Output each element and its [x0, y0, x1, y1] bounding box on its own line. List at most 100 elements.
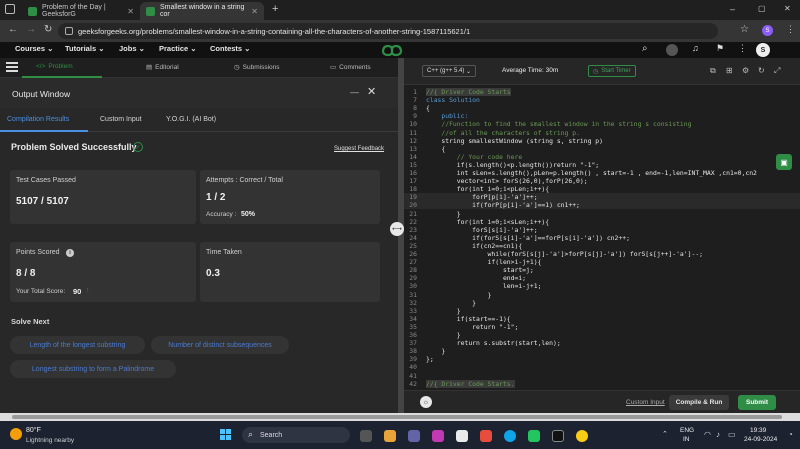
suggest-feedback-link[interactable]: Suggest Feedback [334, 146, 384, 152]
address-bar[interactable]: geeksforgeeks.org/problems/smallest-wind… [58, 23, 718, 39]
tab-switcher-icon[interactable] [5, 4, 15, 14]
theme-toggle-icon[interactable] [666, 44, 678, 56]
notification-bell-icon[interactable]: ♫ [692, 43, 699, 53]
reset-icon[interactable]: ↻ [758, 66, 765, 75]
search-icon[interactable]: ⌕ [642, 43, 648, 54]
settings-icon[interactable]: ⚙ [742, 66, 749, 75]
app-icon[interactable] [552, 430, 564, 442]
horizontal-scrollbar[interactable] [0, 413, 800, 421]
close-output-icon[interactable]: ✕ [367, 85, 376, 98]
profile-avatar[interactable]: S [762, 25, 773, 36]
tab-comments[interactable]: ▭ Comments [330, 63, 371, 72]
app-icon[interactable] [528, 430, 540, 442]
info-icon[interactable]: i [66, 249, 74, 257]
teams-icon[interactable] [408, 430, 420, 442]
tab-editorial[interactable]: ▤ Editorial [146, 63, 179, 72]
close-window-button[interactable]: ✕ [784, 4, 791, 13]
hamburger-menu-icon[interactable] [6, 62, 18, 72]
bookmarks-icon[interactable]: ⚑ [716, 43, 724, 54]
forward-icon[interactable]: → [26, 24, 36, 35]
resize-handle-icon[interactable]: ⟷ [390, 222, 404, 236]
code-line: 25 if(cn2==cn1){ [404, 242, 800, 250]
solve-next-chip[interactable]: Number of distinct subsequences [151, 336, 289, 354]
notifications-icon[interactable]: ◔ [788, 430, 793, 439]
subtab-yogi-ai-bot[interactable]: Y.O.G.I. (AI Bot) [166, 116, 216, 123]
line-number: 33 [409, 306, 417, 315]
store-icon[interactable] [456, 430, 468, 442]
chrome-icon[interactable] [576, 430, 588, 442]
gfg-logo-icon[interactable] [380, 43, 404, 57]
code-line: 20 if(forP[p[i]-'a']==1) cn1++; [404, 201, 800, 210]
code-line: 38 } [404, 347, 800, 355]
apps-grid-icon[interactable]: ⋮ [738, 43, 747, 54]
code-text: //{ Driver Code Starts. [426, 379, 515, 388]
code-line: 22 for(int i=0;i<sLen;i++){ [404, 218, 800, 226]
nav-contests[interactable]: Contests ⌄ [210, 44, 250, 53]
close-tab-icon[interactable]: ✕ [127, 7, 134, 16]
clock-date[interactable]: 24-09-2024 [744, 436, 777, 443]
language-select[interactable]: C++ (g++ 5.4) ⌄ [422, 65, 477, 77]
input-region[interactable]: IN [683, 436, 690, 443]
browser-menu-icon[interactable]: ⋮ [786, 24, 795, 35]
bookmark-star-icon[interactable]: ☆ [740, 24, 749, 35]
browser-tab-potd[interactable]: Problem of the Day | GeeksforG ✕ [22, 2, 140, 20]
subtab-custom-input[interactable]: Custom Input [100, 116, 142, 123]
tab-problem[interactable]: </> Problem [36, 63, 73, 70]
task-view-icon[interactable] [360, 430, 372, 442]
maximize-button[interactable]: ▢ [758, 4, 766, 13]
clock-time[interactable]: 19:39 [750, 427, 766, 434]
code-line: 27 if(len>i-j+1){ [404, 258, 800, 266]
tab-submissions[interactable]: ◷ Submissions [234, 63, 280, 72]
nav-jobs[interactable]: Jobs ⌄ [119, 44, 145, 53]
scrollbar-thumb[interactable] [12, 415, 782, 419]
expand-icon[interactable]: ⊞ [726, 66, 733, 75]
accuracy-value: 50% [241, 211, 256, 218]
subtab-compilation-results[interactable]: Compilation Results [7, 116, 69, 123]
weather-desc: Lightning nearby [26, 437, 75, 444]
fullscreen-icon[interactable]: ⧉ [710, 66, 716, 76]
app-icon[interactable] [432, 430, 444, 442]
taskbar-search[interactable]: ⌕ Search [242, 427, 350, 443]
solve-next-chip[interactable]: Longest substring to form a Palindrome [10, 360, 176, 378]
code-editor[interactable]: 1//{ Driver Code Starts 7 class Solution 8{… [404, 85, 800, 390]
minimize-button[interactable]: – [730, 4, 735, 14]
windows-start-icon[interactable] [220, 429, 232, 441]
tray-chevron-icon[interactable]: ⌃ [662, 430, 668, 438]
line-number: 10 [409, 120, 417, 129]
back-icon[interactable]: ← [8, 24, 18, 35]
nav-tutorials[interactable]: Tutorials ⌄ [65, 44, 104, 53]
site-info-icon[interactable] [65, 27, 73, 35]
line-number: 32 [409, 298, 417, 307]
hint-bulb-icon[interactable]: ☼ [420, 396, 432, 408]
submit-button[interactable]: Submit [738, 395, 776, 410]
chat-widget-icon[interactable]: ▣ [776, 154, 792, 170]
code-text: if(cn2==cn1){ [426, 241, 523, 250]
time-taken-label: Time Taken [206, 249, 242, 256]
browser-tab-active[interactable]: Smallest window in a string cor ✕ [140, 2, 264, 20]
solve-next-chip[interactable]: Length of the longest substring [10, 336, 145, 354]
nav-practice[interactable]: Practice ⌄ [159, 44, 197, 53]
wifi-icon[interactable]: ◠ [704, 430, 711, 439]
edge-icon[interactable] [504, 430, 516, 442]
close-tab-icon[interactable]: ✕ [251, 7, 258, 16]
file-explorer-icon[interactable] [384, 430, 396, 442]
custom-input-link[interactable]: Custom Input [626, 399, 665, 406]
code-text: len=i-j+1; [426, 282, 542, 291]
maximize-editor-icon[interactable]: ⤢ [774, 66, 780, 76]
compile-run-button[interactable]: Compile & Run [669, 395, 729, 410]
line-number: 27 [409, 258, 417, 267]
nav-courses[interactable]: Courses ⌄ [15, 44, 53, 53]
new-tab-button[interactable]: + [272, 3, 278, 15]
line-number: 39 [409, 355, 417, 364]
start-timer-button[interactable]: ◷ Start Timer [588, 65, 636, 77]
battery-icon[interactable]: ▭ [728, 430, 736, 439]
brave-icon[interactable] [480, 430, 492, 442]
weather-icon[interactable] [10, 428, 22, 440]
minimize-output-icon[interactable]: — [350, 87, 359, 97]
input-language[interactable]: ENG [680, 427, 694, 434]
line-number: 21 [409, 209, 417, 218]
code-line: 11 //of all the characters of string p. [404, 129, 800, 137]
reload-icon[interactable]: ↻ [44, 24, 52, 35]
user-avatar[interactable]: S [756, 43, 770, 57]
volume-icon[interactable]: ♪ [716, 430, 720, 439]
